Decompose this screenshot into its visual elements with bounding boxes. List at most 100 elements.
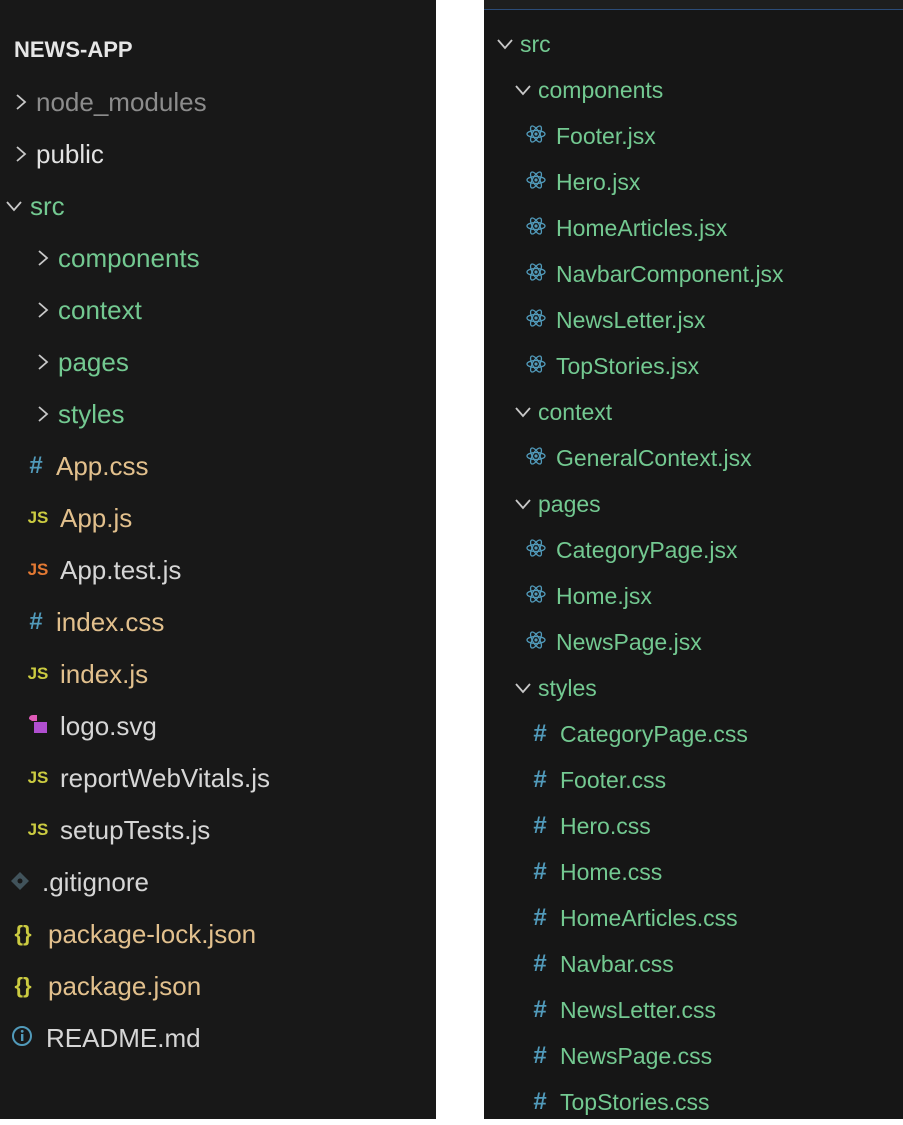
chevron-down-icon [514,682,538,694]
tree-file-newspage-css[interactable]: # NewsPage.css [528,1033,903,1079]
tree-file-navbar-css[interactable]: # Navbar.css [528,941,903,987]
tree-folder-public[interactable]: public [14,128,436,180]
chevron-down-icon [514,498,538,510]
react-icon [524,629,548,656]
tree-file-home-css[interactable]: # Home.css [528,849,903,895]
js-icon: JS [27,820,49,839]
tree-item-label: HomeArticles.css [560,904,738,931]
tree-item-label: App.js [60,502,133,533]
tree-item-label: Home.css [560,858,663,885]
tree-item-label: NavbarComponent.jsx [556,260,784,287]
tree-item-label: .gitignore [42,866,149,897]
css-hash-icon: # [533,720,547,747]
tree-file-hero-css[interactable]: # Hero.css [528,803,903,849]
tree-folder-node-modules[interactable]: node_modules [14,76,436,128]
react-icon [524,583,548,610]
css-hash-icon: # [29,608,43,635]
tree-file-app-js[interactable]: JS App.js [24,492,436,544]
tree-item-label: Hero.jsx [556,168,641,195]
tree-file-gitignore[interactable]: .gitignore [6,856,436,908]
css-hash-icon: # [533,904,547,931]
tree-item-label: package-lock.json [48,918,257,949]
tree-file-hero-jsx[interactable]: Hero.jsx [524,159,903,205]
tree-item-label: CategoryPage.css [560,720,748,747]
tree-item-label: src [520,30,551,57]
json-icon: {} [14,921,32,946]
tree-item-label: NewsLetter.css [560,996,716,1023]
tree-file-app-css[interactable]: # App.css [24,440,436,492]
chevron-right-icon [14,144,36,164]
tree-item-label: reportWebVitals.js [60,762,271,793]
tree-file-navbarcomponent-jsx[interactable]: NavbarComponent.jsx [524,251,903,297]
tree-folder-src[interactable]: src [4,180,436,232]
tree-item-label: NewsLetter.jsx [556,306,706,333]
tree-item-label: NewsPage.jsx [556,628,702,655]
js-icon: JS [27,508,49,527]
tree-item-label: App.css [56,450,149,481]
tree-file-index-js[interactable]: JS index.js [24,648,436,700]
tree-file-index-css[interactable]: # index.css [24,596,436,648]
chevron-down-icon [514,84,538,96]
tree-file-topstories-css[interactable]: # TopStories.css [528,1079,903,1125]
css-hash-icon: # [533,858,547,885]
css-hash-icon: # [533,766,547,793]
chevron-down-icon [514,406,538,418]
tree-item-label: TopStories.jsx [556,352,700,379]
tree-item-label: README.md [46,1022,201,1053]
tree-folder-src[interactable]: src [496,21,903,67]
tree-item-label: GeneralContext.jsx [556,444,752,471]
tree-folder-styles[interactable]: styles [514,665,903,711]
tree-file-footer-css[interactable]: # Footer.css [528,757,903,803]
css-hash-icon: # [533,1088,547,1115]
explorer-panel-left: NEWS-APP node_modules public src compone… [0,0,436,1119]
tree-item-label: Footer.jsx [556,122,656,149]
tree-item-label: index.js [60,658,149,689]
react-icon [524,445,548,472]
tree-file-setuptests-js[interactable]: JS setupTests.js [24,804,436,856]
tree-folder-components[interactable]: components [36,232,436,284]
css-hash-icon: # [533,996,547,1023]
tree-folder-context[interactable]: context [36,284,436,336]
tree-file-home-jsx[interactable]: Home.jsx [524,573,903,619]
tree-item-label: setupTests.js [60,814,211,845]
tree-folder-pages[interactable]: pages [514,481,903,527]
tree-file-homearticles-jsx[interactable]: HomeArticles.jsx [524,205,903,251]
explorer-title-label: NEWS-APP [14,37,133,62]
tree-file-categorypage-css[interactable]: # CategoryPage.css [528,711,903,757]
tree-item-label: context [58,294,142,325]
tree-item-label: Footer.css [560,766,667,793]
info-icon [6,1023,38,1054]
tree-item-label: styles [58,398,125,429]
tree-file-readme-md[interactable]: README.md [6,1012,436,1064]
tree-file-app-test-js[interactable]: JS App.test.js [24,544,436,596]
tree-file-footer-jsx[interactable]: Footer.jsx [524,113,903,159]
tree-file-homearticles-css[interactable]: # HomeArticles.css [528,895,903,941]
tree-file-package-json[interactable]: {} package.json [6,960,436,1012]
tree-file-categorypage-jsx[interactable]: CategoryPage.jsx [524,527,903,573]
tree-item-label: TopStories.css [560,1088,710,1115]
explorer-root-title[interactable]: NEWS-APP [14,24,436,76]
tree-file-reportwebvitals-js[interactable]: JS reportWebVitals.js [24,752,436,804]
chevron-down-icon [496,38,520,50]
tree-folder-context[interactable]: context [514,389,903,435]
tree-file-logo-svg[interactable]: logo.svg [24,700,436,752]
tree-item-label: Navbar.css [560,950,674,977]
tree-file-generalcontext-jsx[interactable]: GeneralContext.jsx [524,435,903,481]
tree-folder-styles[interactable]: styles [36,388,436,440]
tree-item-label: Home.jsx [556,582,652,609]
tree-folder-components[interactable]: components [514,67,903,113]
tree-file-newspage-jsx[interactable]: NewsPage.jsx [524,619,903,665]
tree-folder-pages[interactable]: pages [36,336,436,388]
git-icon [6,867,34,898]
tree-file-newsletter-jsx[interactable]: NewsLetter.jsx [524,297,903,343]
css-hash-icon: # [533,950,547,977]
tree-file-topstories-jsx[interactable]: TopStories.jsx [524,343,903,389]
panel-top-divider [484,0,903,10]
svg-icon [24,711,52,742]
tree-file-package-lock-json[interactable]: {} package-lock.json [6,908,436,960]
js-icon: JS [27,664,49,683]
tree-file-newsletter-css[interactable]: # NewsLetter.css [528,987,903,1033]
tree-item-label: pages [538,490,601,517]
tree-item-label: components [538,76,664,103]
tree-item-label: Hero.css [560,812,651,839]
